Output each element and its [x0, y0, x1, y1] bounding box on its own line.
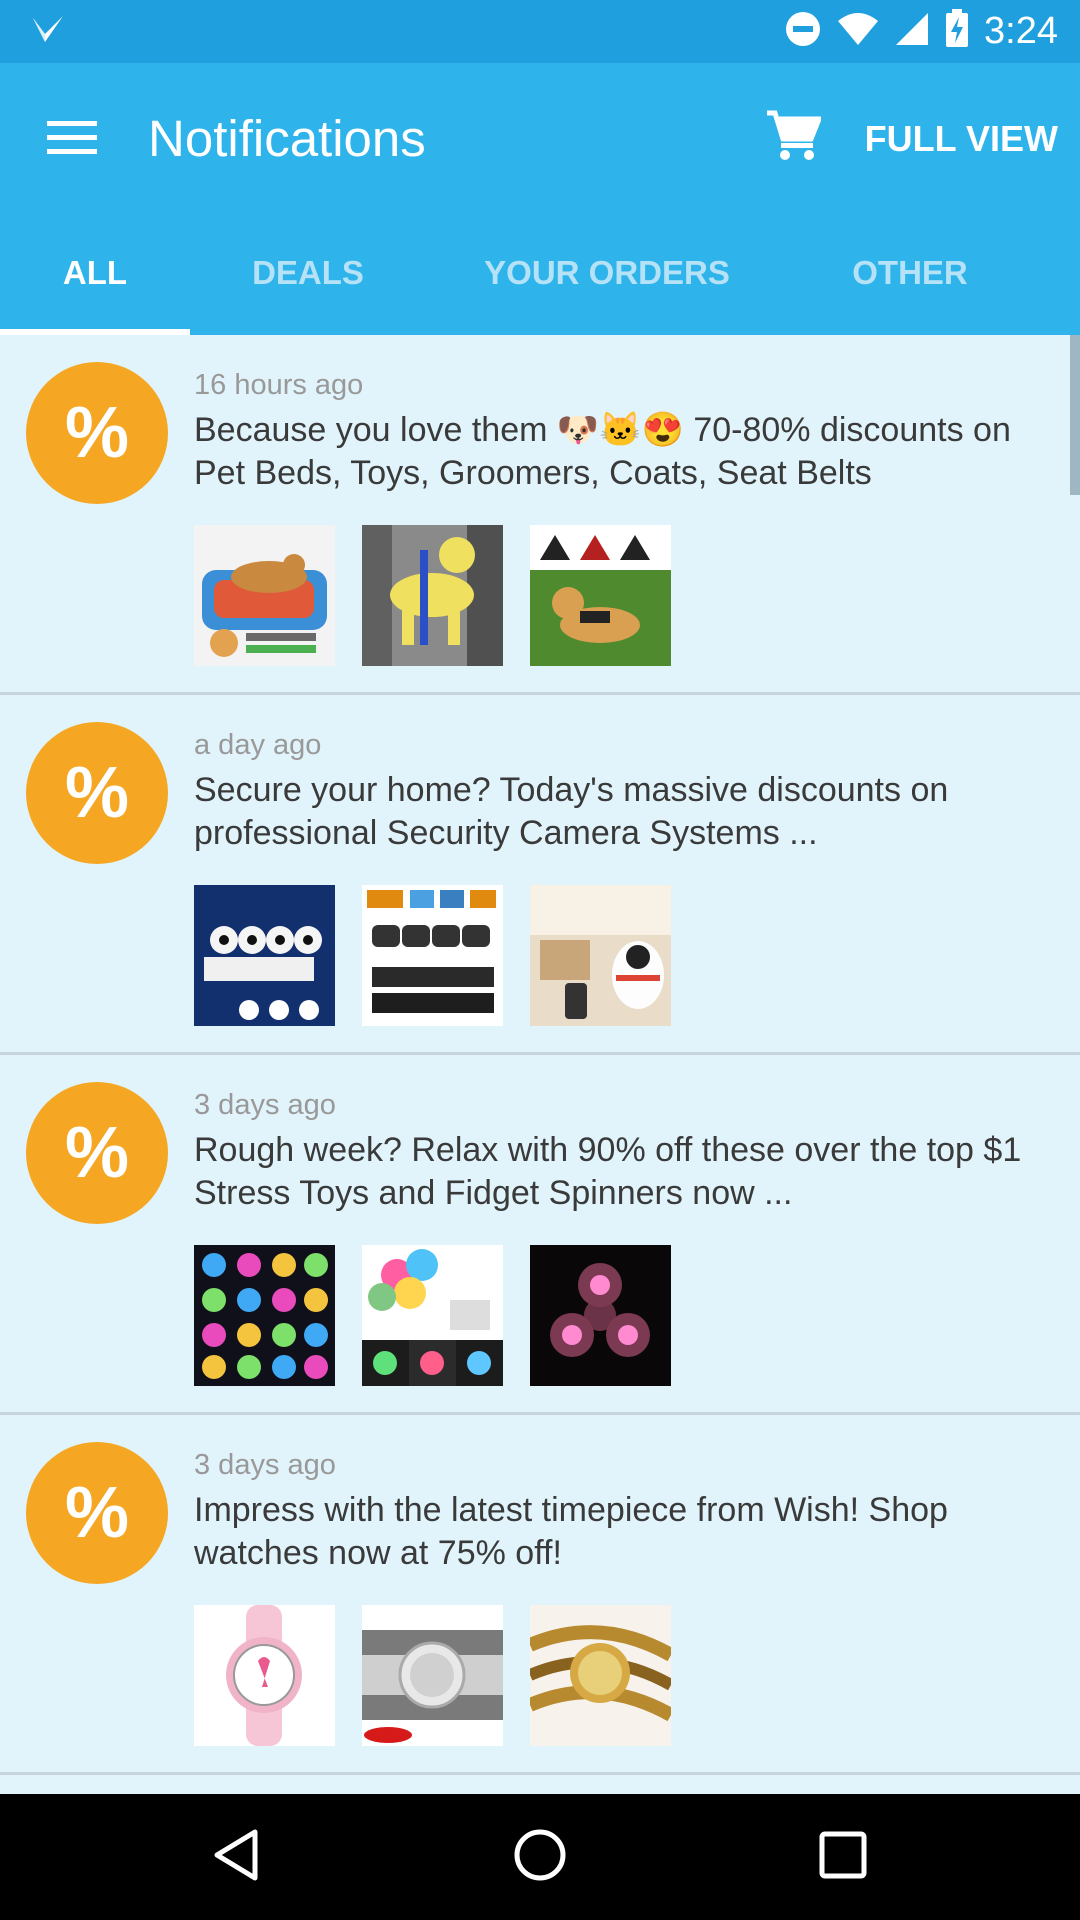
notification-time: 16 hours ago	[194, 369, 364, 401]
shopping-cart-icon	[765, 109, 823, 166]
notification-item[interactable]: % 16 hours ago Because you love them 🐶🐱😍…	[0, 335, 1080, 695]
recents-button[interactable]	[805, 1819, 881, 1895]
dog-harness-image[interactable]	[530, 525, 671, 666]
discount-badge-icon: %	[26, 362, 168, 504]
fidget-spinner-grid-image[interactable]	[194, 1245, 335, 1386]
recents-icon	[818, 1830, 868, 1885]
gold-wrap-watch-image[interactable]	[530, 1605, 671, 1746]
discount-badge-icon: %	[26, 1082, 168, 1224]
pink-watch-image[interactable]	[194, 1605, 335, 1746]
dog-seat-belt-image[interactable]	[362, 525, 503, 666]
cart-button[interactable]	[757, 101, 829, 173]
notification-time: a day ago	[194, 729, 322, 761]
notification-message: Because you love them 🐶🐱😍 70-80% discoun…	[194, 411, 1011, 492]
hamburger-menu-icon	[47, 119, 97, 160]
led-spinner-image[interactable]	[530, 1245, 671, 1386]
tab-all[interactable]: ALL	[0, 211, 190, 335]
notification-time: 3 days ago	[194, 1449, 336, 1481]
page-title: Notifications	[148, 110, 426, 167]
notification-item[interactable]: % 3 days ago Rough week? Relax with 90% …	[0, 1055, 1080, 1415]
home-icon	[513, 1828, 567, 1887]
tab-deals[interactable]: DEALS	[213, 211, 403, 335]
notification-item[interactable]: % 3 days ago Impress with the latest tim…	[0, 1415, 1080, 1775]
notification-message: Rough week? Relax with 90% off these ove…	[194, 1131, 1022, 1212]
do-not-disturb-icon	[784, 10, 822, 53]
discount-badge-icon: %	[26, 1442, 168, 1584]
battery-charging-icon	[944, 9, 970, 54]
discount-badge-icon: %	[26, 722, 168, 864]
app-toolbar: Notifications FULL VIEW	[0, 63, 1080, 211]
pet-bed-image[interactable]	[194, 525, 335, 666]
wifi-icon	[836, 11, 880, 52]
list-scrollbar[interactable]	[1070, 335, 1080, 495]
tab-bar: ALL DEALS YOUR ORDERS OTHER	[0, 211, 1080, 335]
tab-your-orders[interactable]: YOUR ORDERS	[460, 211, 754, 335]
tab-other[interactable]: OTHER	[815, 211, 1005, 335]
status-time: 3:24	[984, 10, 1058, 52]
system-nav-bar	[0, 1794, 1080, 1920]
menu-button[interactable]	[36, 103, 108, 175]
notification-message: Impress with the latest timepiece from W…	[194, 1491, 948, 1572]
wireless-camera-kit-image[interactable]	[194, 885, 335, 1026]
notification-message: Secure your home? Today's massive discou…	[194, 771, 949, 852]
notifications-list[interactable]: % 16 hours ago Because you love them 🐶🐱😍…	[0, 335, 1080, 1794]
cctv-dvr-kit-image[interactable]	[362, 885, 503, 1026]
crystal-watch-image[interactable]	[362, 1605, 503, 1746]
notification-time: 3 days ago	[194, 1089, 336, 1121]
full-view-button[interactable]: FULL VIEW	[865, 103, 1058, 175]
notification-item[interactable]: % a day ago Secure your home? Today's ma…	[0, 695, 1080, 1055]
indoor-camera-image[interactable]	[530, 885, 671, 1026]
check-app-icon	[30, 12, 66, 48]
bluetooth-spinner-image[interactable]	[362, 1245, 503, 1386]
back-icon	[211, 1828, 261, 1887]
back-button[interactable]	[198, 1819, 274, 1895]
status-bar: 3:24	[0, 0, 1080, 63]
signal-icon	[894, 11, 930, 52]
home-button[interactable]	[502, 1819, 578, 1895]
